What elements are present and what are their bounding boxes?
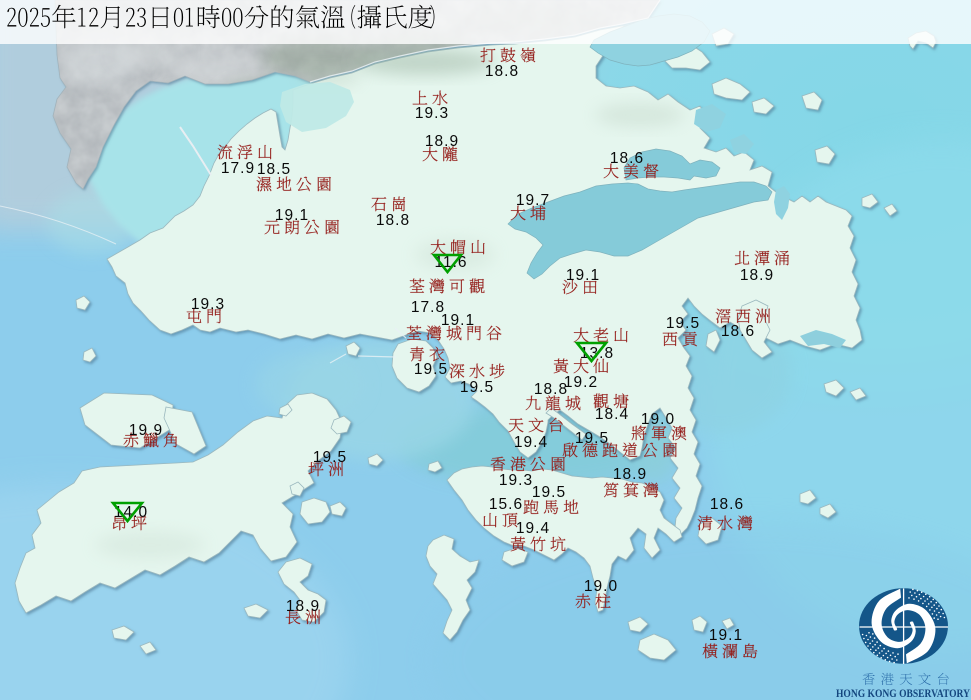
svg-text:HONG KONG OBSERVATORY: HONG KONG OBSERVATORY <box>836 688 970 700</box>
svg-text:18.9: 18.9 <box>425 133 459 150</box>
svg-text:19.3: 19.3 <box>499 472 533 489</box>
svg-text:18.8: 18.8 <box>485 63 519 80</box>
svg-text:18.6: 18.6 <box>721 323 755 340</box>
svg-text:19.5: 19.5 <box>414 361 448 378</box>
svg-text:18.8: 18.8 <box>534 381 568 398</box>
svg-text:18.4: 18.4 <box>595 406 629 423</box>
svg-text:19.0: 19.0 <box>641 411 675 428</box>
svg-text:19.3: 19.3 <box>191 296 225 313</box>
svg-text:19.5: 19.5 <box>532 484 566 501</box>
svg-text:19.5: 19.5 <box>666 315 700 332</box>
svg-text:19.7: 19.7 <box>516 192 550 209</box>
svg-text:19.1: 19.1 <box>275 207 309 224</box>
svg-text:19.5: 19.5 <box>313 449 347 466</box>
svg-text:18.5: 18.5 <box>257 161 291 178</box>
svg-text:19.5: 19.5 <box>460 379 494 396</box>
svg-text:17.9: 17.9 <box>221 160 255 177</box>
svg-text:18.6: 18.6 <box>710 496 744 513</box>
svg-text:19.1: 19.1 <box>566 267 600 284</box>
svg-text:18.9: 18.9 <box>613 466 647 483</box>
svg-text:19.1: 19.1 <box>441 312 475 329</box>
svg-text:19.0: 19.0 <box>584 578 618 595</box>
svg-text:19.4: 19.4 <box>514 434 548 451</box>
svg-text:18.8: 18.8 <box>376 212 410 229</box>
svg-text:19.3: 19.3 <box>415 105 449 122</box>
svg-text:19.9: 19.9 <box>129 422 163 439</box>
svg-text:19.5: 19.5 <box>575 430 609 447</box>
svg-text:18.9: 18.9 <box>740 267 774 284</box>
svg-text:19.4: 19.4 <box>516 520 550 537</box>
svg-text:15.6: 15.6 <box>489 496 523 513</box>
svg-text:19.2: 19.2 <box>564 374 598 391</box>
svg-text:18.6: 18.6 <box>610 150 644 167</box>
svg-text:18.9: 18.9 <box>286 598 320 615</box>
svg-text:19.1: 19.1 <box>709 627 743 644</box>
